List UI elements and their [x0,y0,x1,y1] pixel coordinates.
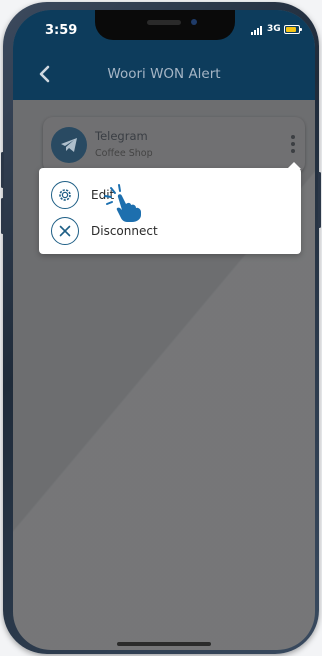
disconnect-label: Disconnect [91,224,158,238]
phone-frame: 3:59 3G Woori WON Alert Telegram Coffee … [1,2,321,654]
telegram-card[interactable]: Telegram Coffee Shop [43,117,305,173]
home-indicator[interactable] [117,642,211,646]
tap-hand-icon [104,184,141,222]
page-title: Woori WON Alert [107,66,221,82]
menu-caret [287,162,301,169]
battery-icon [284,25,302,34]
status-bar: 3:59 3G [13,10,315,50]
volume-down-button [1,198,4,234]
speaker [147,20,181,25]
more-options-icon[interactable] [290,135,296,155]
card-title: Telegram [95,129,148,143]
card-subtitle: Coffee Shop [95,148,153,159]
volume-up-button [1,152,4,188]
disconnect-menu-item[interactable]: Disconnect [51,217,251,247]
notch [95,10,235,40]
context-menu: Edit Disconnect [39,162,301,254]
signal-icon [251,25,265,35]
network-type: 3G [267,24,281,34]
status-time: 3:59 [45,23,78,38]
telegram-icon [51,127,87,163]
screen: 3:59 3G Woori WON Alert Telegram Coffee … [13,10,315,650]
edit-menu-item[interactable]: Edit [51,181,251,211]
gear-icon [51,181,79,209]
nav-bar: Woori WON Alert [13,50,315,100]
power-button [318,172,321,228]
overlay-highlight [13,10,315,650]
camera [191,19,197,25]
close-icon [51,217,79,245]
